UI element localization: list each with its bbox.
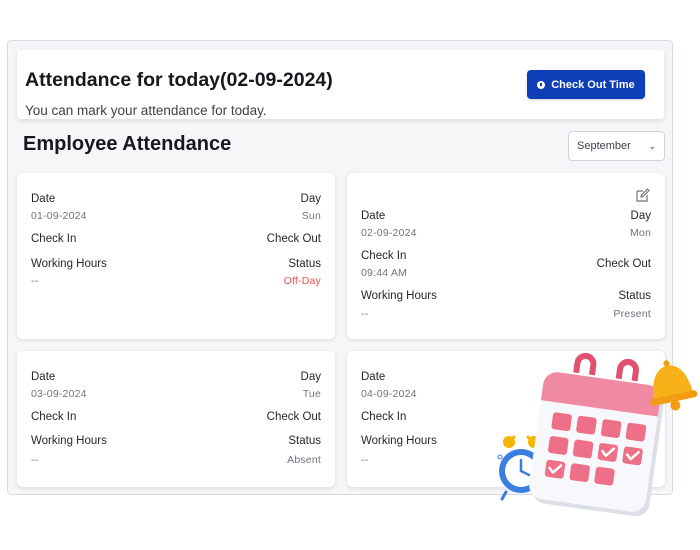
status-label: Status: [618, 290, 651, 302]
date-value: 03-09-2024: [31, 388, 87, 400]
status-value: Present: [613, 308, 651, 320]
section-title: Employee Attendance: [23, 133, 232, 155]
check-in-value: 09:44 AM: [361, 267, 407, 279]
day-value: Sun: [301, 210, 321, 222]
edit-icon[interactable]: [635, 187, 651, 203]
calendar-icon: [529, 352, 664, 517]
day-value: Tue: [302, 388, 321, 400]
chevron-down-icon: ⌄: [648, 140, 656, 151]
attendance-card: Date Day 02-09-2024 Mon Check In 09:44 A…: [347, 173, 665, 339]
month-select-value: September: [577, 140, 631, 152]
date-label: Date: [361, 210, 386, 222]
check-in-label: Check In: [31, 233, 77, 245]
check-out-time-label: Check Out Time: [551, 78, 635, 91]
attendance-card: Date Day 01-09-2024 Sun Check In Check O…: [17, 173, 335, 339]
date-label: Date: [361, 371, 386, 383]
day-label: Day: [300, 193, 321, 205]
check-out-label: Check Out: [266, 411, 321, 423]
date-label: Date: [31, 371, 56, 383]
working-hours-value: --: [361, 308, 369, 320]
check-out-label: Check Out: [596, 258, 651, 270]
banner-title: Attendance for today(02-09-2024): [25, 69, 333, 91]
working-hours-label: Working Hours: [31, 435, 107, 447]
date-value: 04-09-2024: [361, 388, 417, 400]
status-value: Absent: [287, 454, 321, 466]
date-value: 01-09-2024: [31, 210, 87, 222]
check-out-label: Check Out: [266, 233, 321, 245]
status-label: Status: [288, 258, 321, 270]
day-label: Day: [630, 210, 651, 222]
month-select[interactable]: September ⌄: [568, 131, 665, 161]
day-label: Day: [300, 371, 321, 383]
date-value: 02-09-2024: [361, 227, 417, 239]
attendance-card: Date Day 03-09-2024 Tue Check In Check O…: [17, 351, 335, 487]
calendar-illustration: [497, 352, 698, 517]
check-in-label: Check In: [361, 250, 407, 262]
status-value: Off-Day: [283, 275, 321, 287]
working-hours-label: Working Hours: [361, 435, 437, 447]
banner-subtitle: You can mark your attendance for today.: [25, 103, 267, 118]
check-in-label: Check In: [361, 411, 407, 423]
check-out-time-button[interactable]: Check Out Time: [527, 70, 645, 99]
working-hours-label: Working Hours: [361, 290, 437, 302]
working-hours-value: --: [361, 454, 369, 466]
working-hours-label: Working Hours: [31, 258, 107, 270]
status-label: Status: [288, 435, 321, 447]
date-label: Date: [31, 193, 56, 205]
today-banner: Attendance for today(02-09-2024) You can…: [17, 50, 664, 119]
day-value: Mon: [629, 227, 651, 239]
working-hours-value: --: [31, 275, 39, 287]
clock-icon: [537, 80, 546, 89]
check-in-label: Check In: [31, 411, 77, 423]
working-hours-value: --: [31, 454, 39, 466]
